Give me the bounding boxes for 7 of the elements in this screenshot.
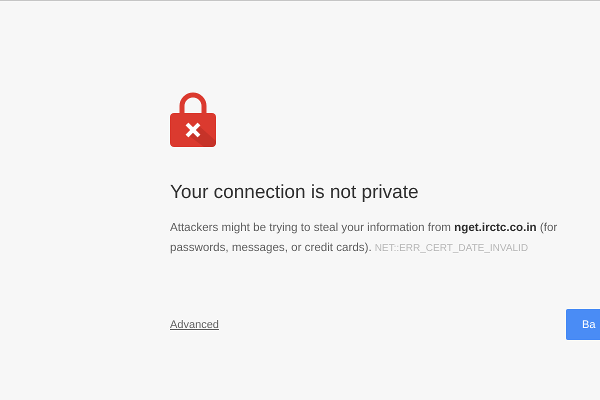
- description-line: passwords, messages, or credit cards).: [170, 241, 372, 254]
- lock-icon: [170, 91, 216, 147]
- back-button[interactable]: Ba: [566, 309, 600, 340]
- description-line: Attackers might be trying to steal your information from nget.irctc.co.in (for: [170, 220, 558, 236]
- advanced-link[interactable]: Advanced: [170, 318, 219, 330]
- error-code: NET::ERR_CERT_DATE_INVALID: [374, 243, 528, 254]
- page-heading: Your connection is not private: [170, 182, 420, 204]
